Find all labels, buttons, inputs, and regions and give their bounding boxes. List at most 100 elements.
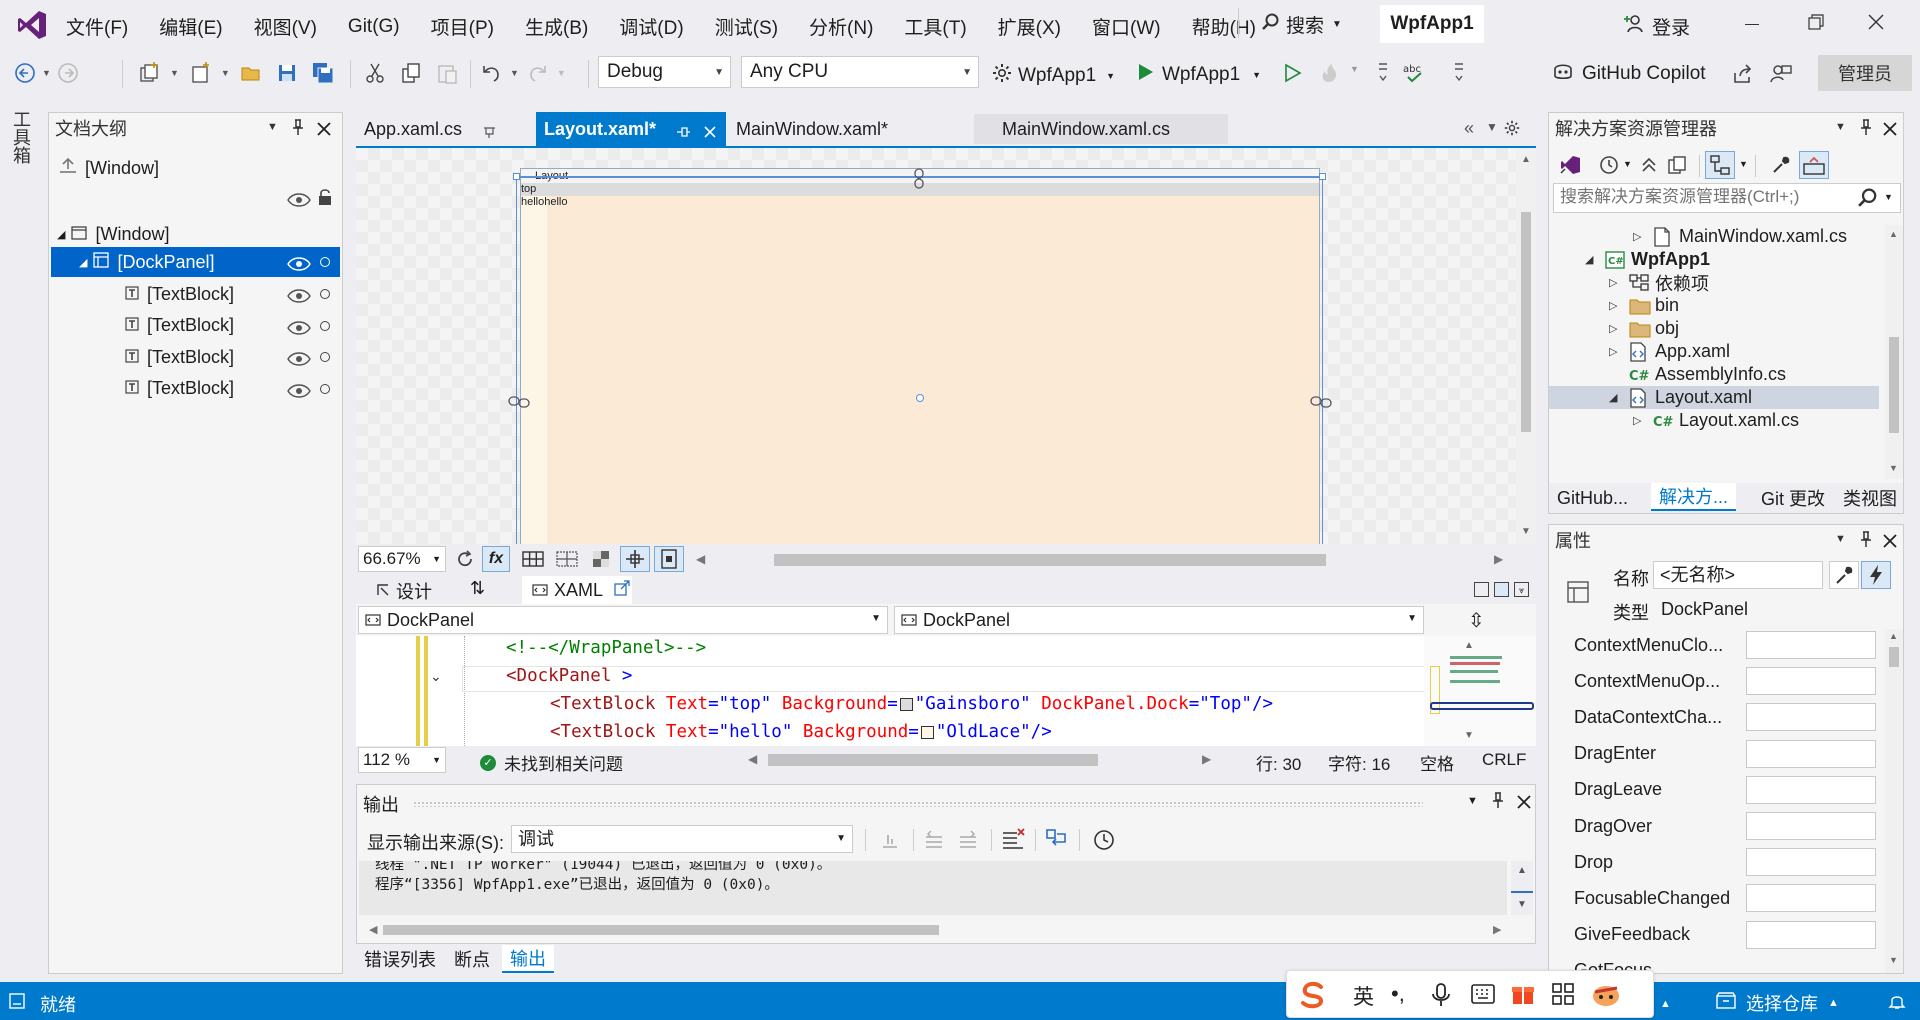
save-all-icon[interactable] — [308, 58, 338, 88]
expander-icon[interactable]: ◢ — [1609, 391, 1629, 404]
output-text-area[interactable]: 线程 ".NET TP Worker" (19044) 已退出，返回值为 0 (… — [359, 861, 1507, 915]
tab-layout-xaml[interactable]: Layout.xaml* — [536, 112, 726, 146]
center-handle[interactable] — [916, 394, 924, 402]
select-repo-button[interactable]: 选择仓库 ▲ — [1716, 990, 1839, 1016]
event-handler-input[interactable] — [1746, 703, 1876, 732]
resize-handle[interactable] — [1319, 173, 1326, 180]
outline-textblock-node[interactable]: [TextBlock] — [125, 279, 234, 309]
close-panel-icon[interactable] — [317, 120, 331, 141]
menu-item-11[interactable]: 窗口(W) — [1092, 13, 1161, 40]
expander-icon[interactable]: ▷ — [1609, 299, 1629, 312]
solution-item[interactable]: C# AssemblyInfo.cs — [1609, 363, 1786, 386]
start-without-debug-icon[interactable] — [1278, 58, 1308, 88]
eye-icon[interactable] — [287, 255, 311, 276]
search-box[interactable]: 搜索 ▼ — [1262, 11, 1342, 38]
prev-message-icon[interactable] — [923, 829, 945, 856]
solution-item[interactable]: ▷ obj — [1609, 317, 1679, 340]
tab-app-xaml-cs[interactable]: App.xaml.cs — [356, 114, 534, 144]
menu-item-0[interactable]: 文件(F) — [66, 13, 128, 40]
solution-item[interactable]: ▷ C# Layout.xaml.cs — [1633, 409, 1799, 432]
github-copilot-button[interactable]: GitHub Copilot — [1552, 61, 1706, 87]
open-folder-icon[interactable] — [236, 58, 266, 88]
solution-item[interactable]: ▷ App.xaml — [1609, 340, 1730, 363]
expander-icon[interactable]: ▷ — [1609, 345, 1629, 358]
event-handler-input[interactable] — [1746, 920, 1876, 949]
back-icon[interactable] — [10, 58, 40, 88]
fold-chevron-icon[interactable]: ⌄ — [430, 668, 442, 685]
close-icon[interactable] — [1868, 14, 1884, 30]
designer-surface[interactable]: Layout top hellohello ▲ ▼ — [356, 148, 1536, 544]
menu-item-9[interactable]: 工具(T) — [904, 13, 966, 40]
anchor-left-icon[interactable] — [508, 392, 530, 413]
fx-toggle[interactable]: fx — [482, 546, 510, 572]
word-wrap-icon[interactable] — [1045, 827, 1069, 856]
hscroll-left-icon[interactable]: ◀ — [696, 552, 705, 566]
expander-icon[interactable]: ▷ — [1609, 276, 1629, 289]
expander-icon[interactable]: ▷ — [1633, 230, 1653, 243]
event-handler-input[interactable] — [1746, 739, 1876, 768]
keyboard-icon[interactable] — [1471, 983, 1495, 1010]
menu-item-6[interactable]: 调试(D) — [619, 13, 683, 40]
solution-search-input[interactable] — [1554, 184, 1844, 210]
event-handler-input[interactable] — [1746, 812, 1876, 840]
close-panel-icon[interactable] — [1883, 120, 1897, 141]
properties-wrench-icon[interactable] — [1829, 561, 1859, 589]
anchor-top-icon[interactable] — [914, 168, 924, 195]
split-toggle-icon[interactable]: ⇳ — [1468, 608, 1485, 633]
solution-item[interactable]: ▷ MainWindow.xaml.cs — [1633, 225, 1847, 248]
color-swatch[interactable] — [899, 697, 913, 711]
status-up-icon[interactable]: ▲ — [1660, 998, 1671, 1010]
copy-icon[interactable] — [396, 58, 426, 88]
microphone-icon[interactable] — [1431, 983, 1451, 1012]
textblock-hello[interactable]: hellohello — [521, 196, 567, 209]
menu-item-12[interactable]: 帮助(H) — [1192, 13, 1256, 40]
whitespace-mode[interactable]: 空格 — [1420, 750, 1454, 775]
solution-item[interactable]: ◢ C# WpfApp1 — [1585, 248, 1710, 271]
eye-icon[interactable] — [287, 319, 311, 340]
device-preview-toggle[interactable] — [654, 546, 684, 572]
menu-item-10[interactable]: 扩展(X) — [998, 13, 1061, 40]
outline-textblock-node[interactable]: [TextBlock] — [125, 311, 234, 341]
editor-zoom-select[interactable]: 112 % ▼ — [358, 747, 446, 773]
configuration-select[interactable]: Debug ▼ — [598, 56, 731, 88]
split-horizontal-icon[interactable] — [1494, 582, 1509, 597]
platform-select[interactable]: Any CPU ▼ — [741, 56, 979, 88]
minimize-icon[interactable] — [1745, 24, 1759, 25]
collapse-pane-icon[interactable]: ⩔ — [1514, 582, 1529, 597]
pin-icon[interactable] — [1859, 118, 1873, 141]
next-message-icon[interactable] — [957, 829, 979, 856]
event-handler-input[interactable] — [1746, 884, 1876, 913]
startup-project-select[interactable]: WpfApp1 ▼ — [992, 63, 1115, 89]
expander-icon[interactable]: ◢ — [1585, 253, 1605, 266]
lock-toggle-icon[interactable] — [320, 352, 330, 362]
line-ending[interactable]: CRLF — [1482, 750, 1526, 770]
show-all-files-icon[interactable] — [1667, 155, 1687, 180]
toolbox-tab[interactable]: 工具箱 — [10, 110, 31, 164]
hot-reload-icon[interactable] — [1314, 58, 1344, 88]
hscroll-left-icon[interactable]: ◀ — [369, 923, 377, 936]
scroll-thumb[interactable] — [1889, 647, 1899, 667]
pin-icon[interactable] — [291, 118, 305, 141]
pin-icon[interactable] — [1491, 791, 1505, 814]
tab-github[interactable]: GitHub... — [1557, 484, 1628, 512]
login-button[interactable]: 登录 — [1624, 13, 1690, 40]
minimap-up-icon[interactable]: ▲ — [1464, 640, 1474, 651]
color-swatch[interactable] — [920, 725, 934, 739]
menu-item-3[interactable]: Git(G) — [348, 16, 400, 38]
pin-icon[interactable] — [676, 122, 690, 143]
properties-vscroll[interactable]: ▲ ▼ — [1885, 629, 1903, 973]
outline-scope-up[interactable]: [Window] — [59, 153, 159, 183]
ime-language-toggle[interactable]: 英 — [1353, 981, 1374, 1011]
cursor-line[interactable]: 行: 30 — [1256, 750, 1301, 775]
properties-wrench-icon[interactable] — [1771, 155, 1791, 180]
panel-menu-icon[interactable]: ▼ — [1467, 795, 1478, 807]
event-handler-input[interactable] — [1746, 667, 1876, 696]
expander-icon[interactable]: ▷ — [1633, 414, 1653, 427]
settings-gear-icon[interactable] — [1504, 120, 1520, 141]
element-scope-select[interactable]: DockPanel ▼ — [358, 606, 888, 634]
hscroll-right-icon[interactable]: ▶ — [1494, 552, 1503, 566]
new-item-icon[interactable] — [185, 58, 215, 88]
forward-icon[interactable] — [53, 58, 83, 88]
xaml-code-editor[interactable]: ⌄ <!--</WrapPanel>--> <DockPanel > <Text… — [356, 636, 1536, 746]
save-icon[interactable] — [272, 58, 302, 88]
